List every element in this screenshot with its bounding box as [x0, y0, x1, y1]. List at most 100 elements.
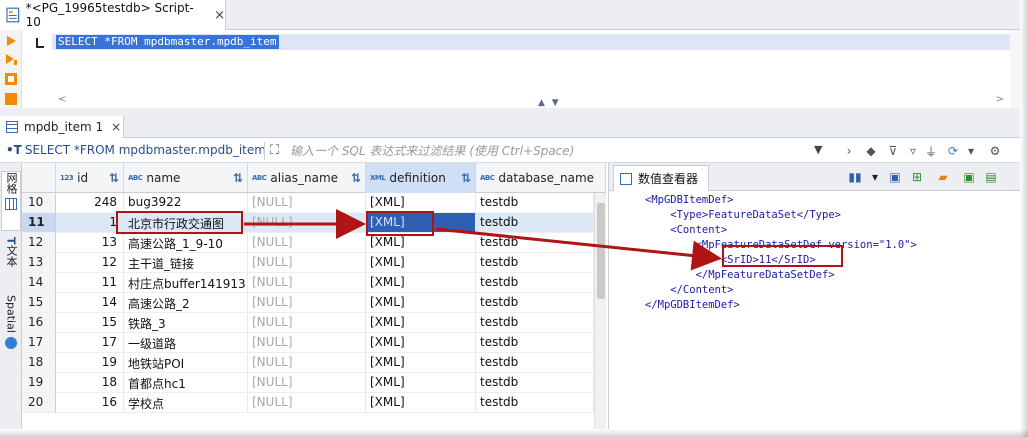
- execute-statement-icon[interactable]: [4, 52, 18, 66]
- load-file-icon[interactable]: ▰: [935, 169, 951, 185]
- table-row[interactable]: 20 16 学校点 [NULL] [XML] testdb: [22, 393, 606, 413]
- cell-database-name[interactable]: testdb: [476, 353, 594, 373]
- column-header-id[interactable]: 123 id ⇅: [56, 163, 124, 193]
- cell-alias-name[interactable]: [NULL]: [248, 333, 366, 353]
- editor-scrollbar[interactable]: [1010, 30, 1020, 108]
- filter-settings-icon[interactable]: ⊽: [884, 142, 902, 160]
- filter-input[interactable]: [290, 142, 810, 160]
- cell-id[interactable]: 14: [56, 293, 124, 313]
- view-tab-spatial[interactable]: Spatial: [1, 295, 21, 359]
- cell-database-name[interactable]: testdb: [476, 213, 594, 233]
- close-icon[interactable]: ×: [214, 8, 225, 23]
- cell-name[interactable]: 一级道路: [124, 333, 248, 353]
- cell-id[interactable]: 12: [56, 253, 124, 273]
- refresh-dropdown-icon[interactable]: ▾: [962, 142, 980, 160]
- table-row[interactable]: 11 1 北京市行政交通图 [NULL] [XML] testdb: [22, 213, 606, 233]
- cell-database-name[interactable]: testdb: [476, 253, 594, 273]
- cell-id[interactable]: 248: [56, 193, 124, 213]
- splitter-toggle-icon[interactable]: ▲ ▼: [538, 98, 561, 108]
- scrollbar-thumb[interactable]: [597, 203, 605, 299]
- clear-filter-icon[interactable]: ◆: [862, 142, 880, 160]
- cell-id[interactable]: 11: [56, 273, 124, 293]
- cell-name[interactable]: 高速公路_1_9-10: [124, 233, 248, 253]
- filter-history-icon[interactable]: ›: [840, 142, 858, 160]
- cell-database-name[interactable]: testdb: [476, 293, 594, 313]
- scroll-left-icon[interactable]: <: [58, 94, 66, 105]
- cell-name[interactable]: 首都点hc1: [124, 373, 248, 393]
- table-row[interactable]: 16 15 铁路_3 [NULL] [XML] testdb: [22, 313, 606, 333]
- cell-name[interactable]: 主干道_链接: [124, 253, 248, 273]
- refresh-icon[interactable]: ⟳: [944, 142, 962, 160]
- cell-id[interactable]: 13: [56, 233, 124, 253]
- cell-definition[interactable]: [XML]: [366, 193, 476, 213]
- format-icon[interactable]: ⊞: [909, 169, 925, 185]
- table-row[interactable]: 14 11 村庄点buffer141913 [NULL] [XML] testdb: [22, 273, 606, 293]
- execute-icon[interactable]: [4, 34, 18, 48]
- table-row[interactable]: 13 12 主干道_链接 [NULL] [XML] testdb: [22, 253, 606, 273]
- cell-definition[interactable]: [XML]: [366, 233, 476, 253]
- cell-definition[interactable]: [XML]: [366, 353, 476, 373]
- filter-icon[interactable]: ▿: [904, 142, 922, 160]
- cell-database-name[interactable]: testdb: [476, 193, 594, 213]
- cell-definition[interactable]: [XML]: [366, 253, 476, 273]
- panel-icon[interactable]: ▣: [887, 169, 903, 185]
- settings-icon[interactable]: ⚙: [986, 142, 1004, 160]
- close-icon[interactable]: ×: [111, 120, 121, 134]
- cell-alias-name[interactable]: [NULL]: [248, 253, 366, 273]
- sql-editor[interactable]: SELECT *FROM mpdbmaster.mpdb_item < >: [0, 30, 1020, 108]
- viewer-dropdown-icon[interactable]: ▾: [867, 169, 883, 185]
- cell-id[interactable]: 1: [56, 213, 124, 233]
- save-to-file-icon[interactable]: ▤: [983, 169, 999, 185]
- cell-alias-name[interactable]: [NULL]: [248, 273, 366, 293]
- cell-definition[interactable]: [XML]: [366, 393, 476, 413]
- save-icon[interactable]: ▣: [961, 169, 977, 185]
- column-header-definition[interactable]: XML definition ⇅: [366, 163, 476, 193]
- cell-name[interactable]: bug3922: [124, 193, 248, 213]
- cell-alias-name[interactable]: [NULL]: [248, 233, 366, 253]
- cell-database-name[interactable]: testdb: [476, 313, 594, 333]
- table-row[interactable]: 17 17 一级道路 [NULL] [XML] testdb: [22, 333, 606, 353]
- content-viewer-icon[interactable]: ▮▮: [847, 169, 863, 185]
- cell-definition[interactable]: [XML]: [366, 333, 476, 353]
- scroll-right-icon[interactable]: >: [996, 94, 1004, 105]
- filter-funnel-icon[interactable]: ⏚: [922, 142, 940, 160]
- filter-history-dropdown[interactable]: ▼: [814, 143, 822, 156]
- sort-filter-icon[interactable]: ⇅: [109, 171, 119, 185]
- cell-id[interactable]: 18: [56, 373, 124, 393]
- cell-id[interactable]: 19: [56, 353, 124, 373]
- column-header-database-name[interactable]: ABC database_name: [476, 163, 606, 193]
- table-row[interactable]: 18 19 地铁站POI [NULL] [XML] testdb: [22, 353, 606, 373]
- table-row[interactable]: 19 18 首都点hc1 [NULL] [XML] testdb: [22, 373, 606, 393]
- sort-filter-icon[interactable]: ⇅: [233, 171, 243, 185]
- cell-name[interactable]: 铁路_3: [124, 313, 248, 333]
- cell-alias-name[interactable]: [NULL]: [248, 193, 366, 213]
- cell-database-name[interactable]: testdb: [476, 373, 594, 393]
- sort-filter-icon[interactable]: ⇅: [461, 171, 471, 185]
- cell-definition[interactable]: [XML]: [366, 313, 476, 333]
- cell-id[interactable]: 15: [56, 313, 124, 333]
- table-row[interactable]: 10 248 bug3922 [NULL] [XML] testdb: [22, 193, 606, 213]
- cell-alias-name[interactable]: [NULL]: [248, 213, 366, 233]
- view-tab-text[interactable]: T 文本: [1, 237, 21, 287]
- cell-database-name[interactable]: testdb: [476, 233, 594, 253]
- sort-filter-icon[interactable]: ⇅: [351, 171, 361, 185]
- cell-name[interactable]: 村庄点buffer141913: [124, 273, 248, 293]
- cell-database-name[interactable]: testdb: [476, 333, 594, 353]
- sql-statement[interactable]: SELECT *FROM mpdbmaster.mpdb_item: [56, 35, 279, 49]
- cell-alias-name[interactable]: [NULL]: [248, 393, 366, 413]
- column-header-alias-name[interactable]: ABC alias_name ⇅: [248, 163, 366, 193]
- cell-alias-name[interactable]: [NULL]: [248, 373, 366, 393]
- expand-icon[interactable]: ⛶: [270, 143, 279, 158]
- cell-database-name[interactable]: testdb: [476, 273, 594, 293]
- cell-name[interactable]: 学校点: [124, 393, 248, 413]
- cell-id[interactable]: 16: [56, 393, 124, 413]
- editor-tab-script[interactable]: *<PG_19965testdb> Script-10 ×: [0, 0, 226, 30]
- cell-definition[interactable]: [XML]: [366, 293, 476, 313]
- table-row[interactable]: 12 13 高速公路_1_9-10 [NULL] [XML] testdb: [22, 233, 606, 253]
- table-row[interactable]: 15 14 高速公路_2 [NULL] [XML] testdb: [22, 293, 606, 313]
- cell-database-name[interactable]: testdb: [476, 393, 594, 413]
- cell-alias-name[interactable]: [NULL]: [248, 293, 366, 313]
- cell-definition[interactable]: [XML]: [366, 273, 476, 293]
- view-tab-grid[interactable]: 网格: [1, 171, 21, 231]
- cell-name[interactable]: 高速公路_2: [124, 293, 248, 313]
